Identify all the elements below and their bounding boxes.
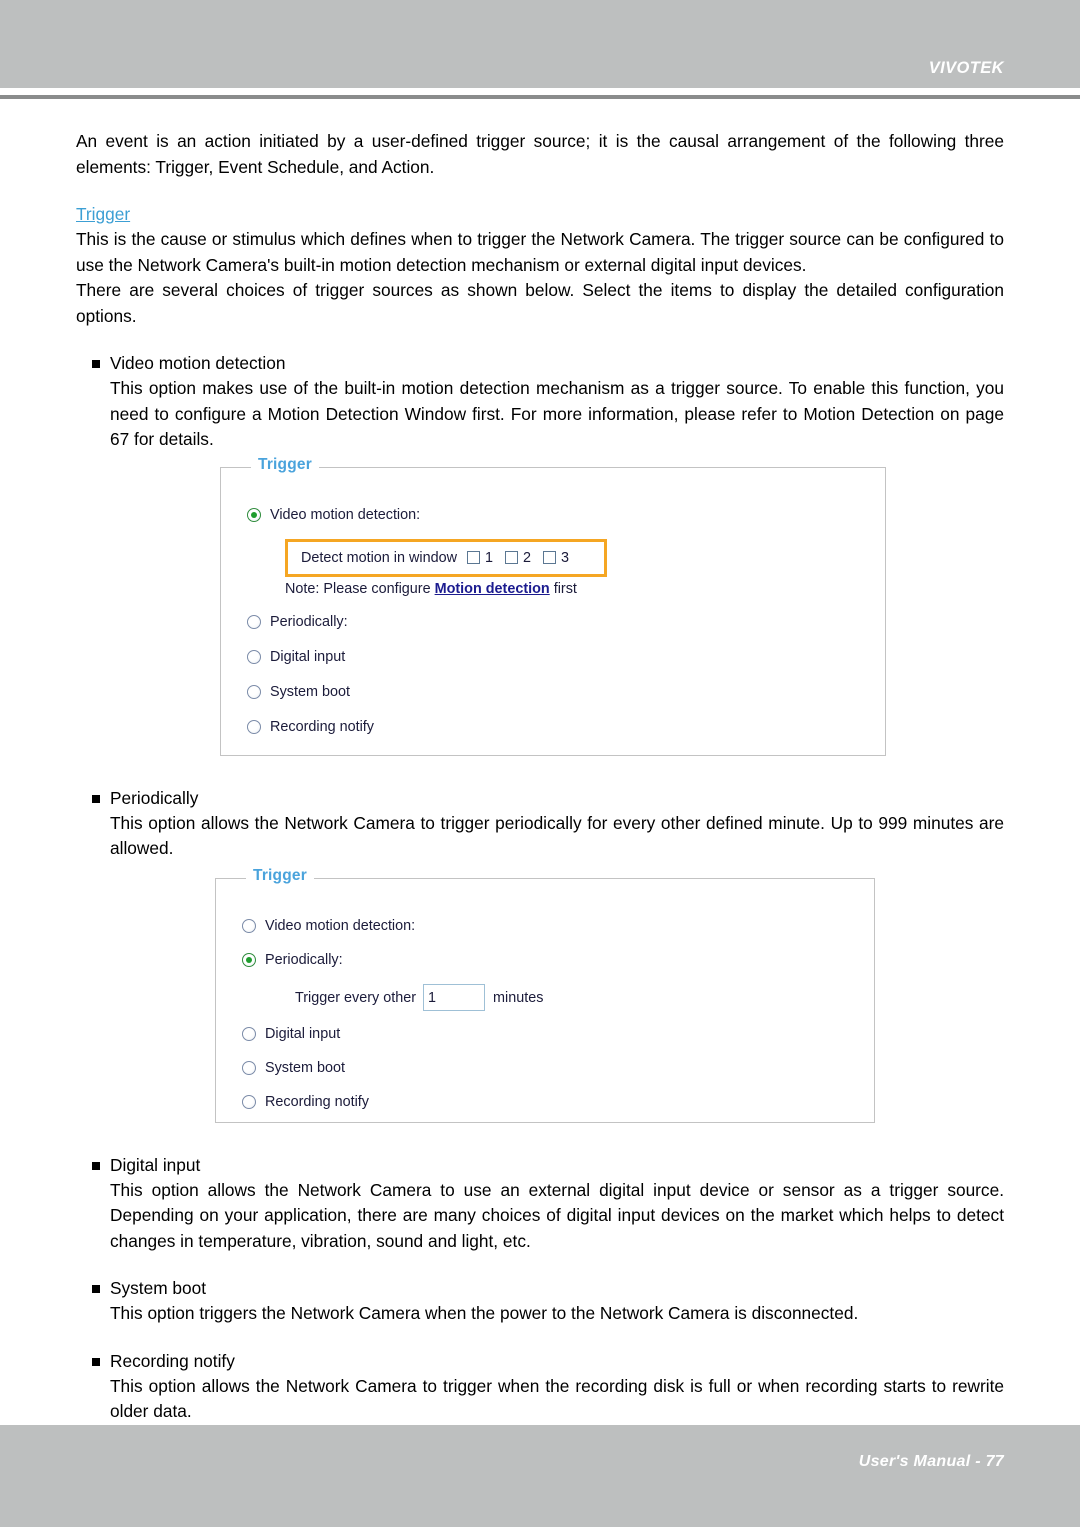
panel-body: Video motion detection: Detect motion in… (221, 468, 885, 738)
checkbox-window-1-label: 1 (484, 549, 493, 566)
detect-motion-window-highlight: Detect motion in window 1 2 3 (285, 538, 607, 577)
radio-icon[interactable] (247, 649, 261, 664)
trigger-panel-periodically: Trigger Video motion detection: Periodic… (215, 866, 875, 1123)
trigger-interval-input[interactable] (423, 984, 486, 1011)
panel-body: Video motion detection: Periodically: Tr… (216, 879, 874, 1113)
trigger-paragraph-2: There are several choices of trigger sou… (76, 280, 1004, 326)
content-column: An event is an action initiated by a use… (76, 99, 1004, 1425)
radio-option-video-motion-detection[interactable]: Video motion detection: (242, 915, 874, 937)
radio-label: Periodically: (270, 613, 348, 630)
radio-label: Digital input (265, 1025, 341, 1042)
radio-option-digital-input[interactable]: Digital input (242, 1023, 874, 1045)
bullet-title: Periodically (110, 787, 199, 808)
trigger-panel-2-wrapper: Trigger Video motion detection: Periodic… (76, 866, 1004, 1123)
checkbox-window-2[interactable] (505, 551, 518, 564)
trigger-interval-unit: minutes (493, 989, 544, 1006)
bullet-recording-notify: Recording notify This option allows the … (76, 1349, 1004, 1425)
radio-icon[interactable] (242, 952, 256, 967)
page-header-bar: VIVOTEK (0, 0, 1080, 88)
footer-page-label: User's Manual - 77 (858, 1453, 1004, 1470)
bullet-body: This option allows the Network Camera to… (110, 1179, 1004, 1251)
page-footer-bar: User's Manual - 77 (0, 1425, 1080, 1527)
bullet-title: Recording notify (110, 1350, 235, 1371)
note-prefix: Note: Please configure (285, 580, 435, 597)
trigger-interval-row: Trigger every other minutes (295, 983, 874, 1013)
checkbox-window-2-label: 2 (523, 549, 532, 566)
bullet-square-icon (92, 360, 100, 368)
bullet-body: This option triggers the Network Camera … (110, 1303, 859, 1323)
bullet-title: Digital input (110, 1154, 201, 1175)
bullet-square-icon (92, 794, 100, 803)
radio-option-video-motion-detection[interactable]: Video motion detection: (247, 504, 885, 526)
radio-icon[interactable] (247, 684, 261, 699)
radio-option-periodically[interactable]: Periodically: (242, 949, 874, 971)
vivotek-logo-text: VIVOTEK (928, 59, 1004, 77)
bullet-square-icon (92, 1357, 100, 1366)
bullet-square-icon (92, 1285, 100, 1293)
panel-legend: Trigger (246, 866, 314, 885)
bullet-system-boot: System boot This option triggers the Net… (76, 1276, 1004, 1327)
page-body: An event is an action initiated by a use… (0, 99, 1080, 1425)
radio-label: System boot (265, 1059, 345, 1076)
radio-label: Video motion detection: (265, 917, 416, 934)
radio-option-recording-notify[interactable]: Recording notify (242, 1091, 874, 1113)
radio-icon[interactable] (247, 614, 261, 629)
note-suffix: first (549, 580, 577, 597)
radio-option-system-boot[interactable]: System boot (247, 681, 885, 703)
bullet-video-motion-detection: Video motion detection This option makes… (76, 351, 1004, 453)
motion-detection-link[interactable]: Motion detection (435, 581, 550, 597)
radio-icon[interactable] (242, 1060, 256, 1075)
radio-label: Recording notify (265, 1093, 369, 1110)
bullet-periodically: Periodically This option allows the Netw… (76, 786, 1004, 862)
checkbox-window-3-label: 3 (561, 549, 570, 566)
bullet-square-icon (92, 1161, 100, 1170)
trigger-panel-1-wrapper: Trigger Video motion detection: Detect m… (76, 455, 1004, 756)
bullet-body: This option allows the Network Camera to… (110, 1375, 1004, 1422)
radio-label: System boot (270, 683, 350, 700)
bullet-body: This option makes use of the built-in mo… (110, 378, 1004, 449)
radio-label: Periodically: (265, 951, 343, 968)
trigger-panel-video-motion: Trigger Video motion detection: Detect m… (220, 455, 886, 756)
bullet-title: System boot (110, 1278, 207, 1298)
radio-label: Video motion detection: (270, 506, 421, 523)
bullet-body: This option allows the Network Camera to… (110, 812, 1004, 859)
radio-option-periodically[interactable]: Periodically: (247, 611, 885, 633)
radio-icon[interactable] (242, 1094, 256, 1109)
radio-icon[interactable] (242, 1026, 256, 1041)
trigger-interval-label: Trigger every other (295, 989, 417, 1006)
radio-icon[interactable] (247, 507, 261, 522)
radio-option-system-boot[interactable]: System boot (242, 1057, 874, 1079)
radio-icon[interactable] (242, 918, 256, 933)
panel-legend: Trigger (251, 455, 319, 474)
checkbox-window-3[interactable] (543, 551, 557, 564)
bullet-digital-input: Digital input This option allows the Net… (76, 1153, 1004, 1255)
trigger-paragraph-1: This is the cause or stimulus which defi… (76, 229, 1004, 275)
checkbox-window-1[interactable] (466, 551, 480, 564)
motion-detection-note: Note: Please configure Motion detection … (285, 581, 885, 597)
intro-paragraph: An event is an action initiated by a use… (76, 131, 1004, 177)
section-heading-trigger: Trigger (76, 204, 131, 224)
radio-option-recording-notify[interactable]: Recording notify (247, 716, 885, 738)
radio-label: Recording notify (270, 718, 374, 735)
detect-motion-label: Detect motion in window (301, 549, 457, 566)
bullet-title: Video motion detection (110, 353, 286, 373)
radio-icon[interactable] (247, 719, 261, 734)
radio-option-digital-input[interactable]: Digital input (247, 646, 885, 668)
radio-label: Digital input (270, 648, 346, 665)
